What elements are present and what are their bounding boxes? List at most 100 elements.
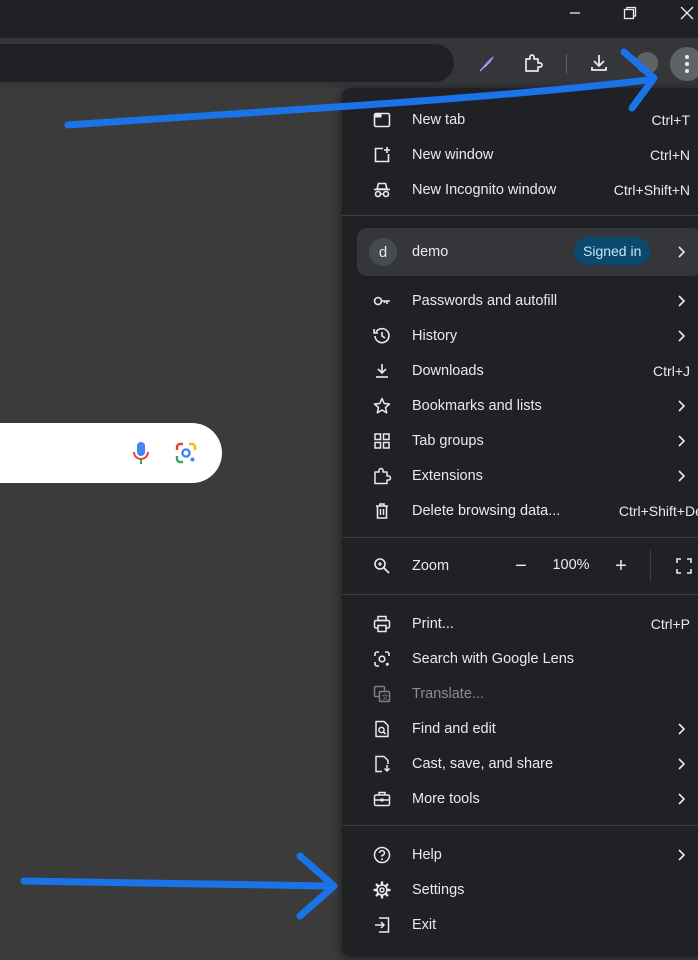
menu-item-shortcut: Ctrl+T xyxy=(651,111,691,128)
menu-item-cast-save-and-share[interactable]: Cast, save, and share xyxy=(342,746,698,781)
menu-item-label: Help xyxy=(412,846,442,863)
quill-icon xyxy=(479,56,494,72)
menu-divider xyxy=(342,594,698,595)
menu-button[interactable] xyxy=(670,47,698,81)
menu-item-label: History xyxy=(412,327,458,344)
restore-icon xyxy=(623,6,637,20)
toolbox-icon xyxy=(370,787,394,811)
chevron-right-icon xyxy=(675,469,689,483)
restore-button[interactable] xyxy=(607,0,653,26)
kebab-dot xyxy=(685,62,689,66)
menu-divider xyxy=(342,215,698,216)
menu-item-label: New tab xyxy=(412,111,466,128)
chevron-right-icon xyxy=(675,722,689,736)
puzzle-icon xyxy=(525,54,543,72)
menu-item-label: New window xyxy=(412,146,494,163)
menu-item-extensions[interactable]: Extensions xyxy=(342,458,698,493)
chevron-right-icon xyxy=(675,245,689,259)
menu-item-label: Passwords and autofill xyxy=(412,292,558,309)
browser-toolbar xyxy=(0,38,698,88)
menu-item-shortcut: Ctrl+N xyxy=(649,146,690,163)
menu-item-shortcut: Ctrl+J xyxy=(653,362,690,379)
new-window-icon xyxy=(370,143,394,167)
download-icon xyxy=(591,55,607,71)
menu-item-more-tools[interactable]: More tools xyxy=(342,781,698,816)
chevron-right-icon xyxy=(675,399,689,413)
chevron-right-icon xyxy=(675,757,689,771)
find-icon xyxy=(370,717,394,741)
menu-item-shortcut: Ctrl+Shift+N xyxy=(613,181,690,198)
google-lens-button[interactable] xyxy=(173,440,199,466)
menu-item-shortcut: Ctrl+Shift+Del xyxy=(618,502,698,519)
new-tab-icon xyxy=(370,108,394,132)
zoom-icon xyxy=(370,554,394,578)
menu-item-history[interactable]: History xyxy=(342,318,698,353)
fullscreen-button[interactable] xyxy=(669,551,698,581)
menu-item-label: Settings xyxy=(412,881,465,898)
help-icon xyxy=(370,843,394,867)
avatar: d xyxy=(369,238,397,266)
menu-item-new-tab[interactable]: New tab Ctrl+T xyxy=(342,102,698,137)
zoom-label: Zoom xyxy=(412,558,450,574)
zoom-in-button[interactable]: + xyxy=(606,551,636,581)
menu-item-translate[interactable]: 文 Translate... xyxy=(342,676,698,711)
incognito-icon xyxy=(370,178,394,202)
menu-item-tab-groups[interactable]: Tab groups xyxy=(342,423,698,458)
menu-item-label: Exit xyxy=(412,916,437,933)
gear-icon xyxy=(370,878,394,902)
svg-text:文: 文 xyxy=(382,692,389,701)
menu-item-label: Cast, save, and share xyxy=(412,755,554,772)
profile-name: demo xyxy=(412,244,449,260)
microphone-icon xyxy=(133,442,149,464)
zoom-out-button[interactable]: − xyxy=(506,551,536,581)
chevron-right-icon xyxy=(675,792,689,806)
profile-row[interactable]: d demo Signed in xyxy=(357,228,698,276)
menu-item-label: Delete browsing data... xyxy=(412,502,561,519)
cast-save-icon xyxy=(370,752,394,776)
menu-item-label: Print... xyxy=(412,615,454,632)
menu-item-label: Bookmarks and lists xyxy=(412,397,542,414)
star-icon xyxy=(370,394,394,418)
download-icon xyxy=(370,359,394,383)
menu-item-downloads[interactable]: Downloads Ctrl+J xyxy=(342,353,698,388)
chrome-main-menu: New tab Ctrl+T New window Ctrl+N New Inc… xyxy=(342,88,698,956)
profile-avatar-button[interactable] xyxy=(636,52,658,74)
address-bar[interactable] xyxy=(0,44,454,82)
signed-in-badge: Signed in xyxy=(574,237,651,265)
zoom-row: Zoom − 100% + xyxy=(342,548,698,584)
chevron-right-icon xyxy=(675,848,689,862)
kebab-dot xyxy=(685,69,689,73)
extensions-button[interactable] xyxy=(520,50,546,76)
close-window-button[interactable] xyxy=(664,0,698,26)
menu-item-label: Find and edit xyxy=(412,720,496,737)
voice-search-button[interactable] xyxy=(128,440,154,466)
menu-item-label: Tab groups xyxy=(412,432,484,449)
menu-item-label: Downloads xyxy=(412,362,484,379)
menu-item-label: Translate... xyxy=(412,685,484,702)
chevron-right-icon xyxy=(675,329,689,343)
downloads-button[interactable] xyxy=(586,50,612,76)
window-title-bar xyxy=(0,0,698,38)
menu-item-passwords-and-autofill[interactable]: Passwords and autofill xyxy=(342,283,698,318)
exit-icon xyxy=(370,913,394,937)
minimize-button[interactable] xyxy=(552,0,598,26)
menu-item-new-window[interactable]: New window Ctrl+N xyxy=(342,137,698,172)
menu-item-new-incognito-window[interactable]: New Incognito window Ctrl+Shift+N xyxy=(342,172,698,207)
key-icon xyxy=(370,289,394,313)
menu-divider xyxy=(342,537,698,538)
chevron-right-icon xyxy=(675,434,689,448)
menu-item-search-with-google-lens[interactable]: Search with Google Lens xyxy=(342,641,698,676)
menu-item-find-and-edit[interactable]: Find and edit xyxy=(342,711,698,746)
tab-groups-icon xyxy=(370,429,394,453)
menu-item-help[interactable]: Help xyxy=(342,837,698,872)
puzzle-icon xyxy=(370,464,394,488)
menu-divider xyxy=(342,825,698,826)
menu-item-exit[interactable]: Exit xyxy=(342,907,698,942)
history-icon xyxy=(370,324,394,348)
menu-item-label: Extensions xyxy=(412,467,483,484)
menu-item-settings[interactable]: Settings xyxy=(342,872,698,907)
quill-extension-button[interactable] xyxy=(474,50,500,76)
menu-item-print[interactable]: Print... Ctrl+P xyxy=(342,606,698,641)
menu-item-bookmarks-and-lists[interactable]: Bookmarks and lists xyxy=(342,388,698,423)
menu-item-delete-browsing-data[interactable]: Delete browsing data... Ctrl+Shift+Del xyxy=(342,493,698,528)
